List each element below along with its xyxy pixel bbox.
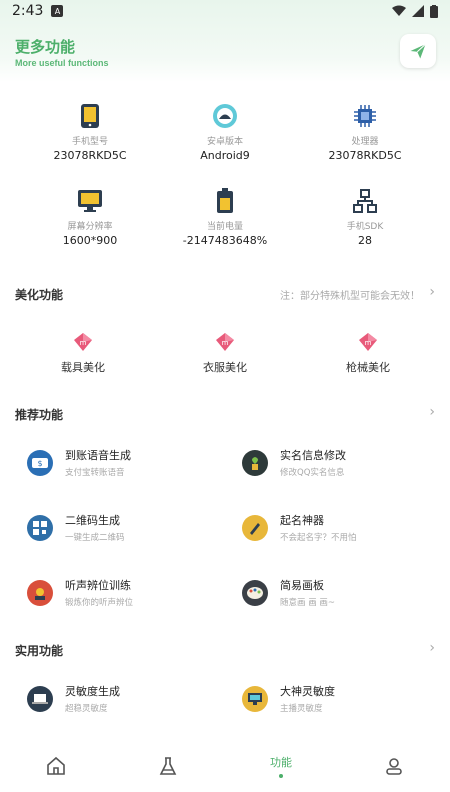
user-icon xyxy=(386,758,402,775)
svg-text:m: m xyxy=(365,339,372,347)
feature-desc: 支付宝转账语音 xyxy=(65,468,125,478)
feature-title: 简易画板 xyxy=(280,579,324,592)
feature-desc: 修改QQ实名信息 xyxy=(280,468,345,478)
laptop-icon xyxy=(27,685,53,712)
chevron-right-icon[interactable]: › xyxy=(429,404,435,420)
info-value: 28 xyxy=(358,234,372,247)
nav-lab[interactable] xyxy=(112,740,224,792)
info-label: 安卓版本 xyxy=(206,137,243,147)
bottom-nav: 功能 xyxy=(0,740,450,792)
feature-desc: 锻炼你的听声辨位 xyxy=(65,598,134,608)
plant-icon xyxy=(242,449,268,476)
info-value: -2147483648% xyxy=(182,234,268,247)
chevron-right-icon[interactable]: › xyxy=(429,640,435,656)
home-icon xyxy=(47,756,65,775)
palette-icon xyxy=(242,579,268,606)
feature-qrcode[interactable]: 二维码生成 一键生成二维码 xyxy=(27,512,125,543)
feature-sound-training[interactable]: 听声辨位训练 锻炼你的听声辨位 xyxy=(27,577,133,608)
nav-profile[interactable] xyxy=(338,740,450,792)
info-label: 手机型号 xyxy=(71,137,108,147)
feature-drawing-board[interactable]: 简易画板 随意画 画 画~ xyxy=(242,577,335,608)
beauty-label: 枪械美化 xyxy=(346,361,390,374)
feature-pro-sensitivity[interactable]: 大神灵敏度 主播灵敏度 xyxy=(242,683,335,714)
svg-text:m: m xyxy=(80,339,87,347)
svg-text:m: m xyxy=(222,339,229,347)
info-processor: 处理器 23078RKD5C xyxy=(290,103,440,162)
info-label: 处理器 xyxy=(351,137,379,147)
monitor-icon xyxy=(78,190,102,212)
feature-sensitivity-gen[interactable]: 灵敏度生成 超稳灵敏度 xyxy=(27,683,120,714)
page-subtitle: More useful functions xyxy=(15,58,109,68)
section-title-utility: 实用功能 xyxy=(15,644,64,658)
feature-title: 实名信息修改 xyxy=(280,449,346,462)
nav-functions-label: 功能 xyxy=(270,756,292,769)
phone-icon xyxy=(81,104,99,128)
network-icon xyxy=(353,189,377,213)
feature-payment-voice[interactable]: $ 到账语音生成 支付宝转账语音 xyxy=(27,447,131,478)
send-icon xyxy=(410,43,426,59)
feature-title: 听声辨位训练 xyxy=(65,579,131,592)
info-resolution: 屏幕分辨率 1600*900 xyxy=(15,188,165,247)
status-time: 2:43 xyxy=(12,3,44,19)
payment-voice-icon: $ xyxy=(27,449,53,476)
android-icon xyxy=(213,104,237,128)
feature-realname[interactable]: 实名信息修改 修改QQ实名信息 xyxy=(242,447,346,478)
beauty-item-vehicle[interactable]: m 载具美化 xyxy=(8,331,158,375)
beauty-item-weapon[interactable]: m 枪械美化 xyxy=(293,331,443,375)
feature-title: 大神灵敏度 xyxy=(280,685,335,698)
nav-home[interactable] xyxy=(0,740,112,792)
vehicle-skin-icon: m xyxy=(74,333,92,351)
battery-icon xyxy=(217,188,233,213)
feature-desc: 超稳灵敏度 xyxy=(65,704,108,714)
qrcode-icon xyxy=(27,514,53,541)
info-label: 手机SDK xyxy=(346,222,384,232)
beauty-label: 衣服美化 xyxy=(203,361,247,374)
beautify-note: 注：部分特殊机型可能会无效！ xyxy=(280,291,420,302)
feature-title: 到账语音生成 xyxy=(65,449,131,462)
info-label: 屏幕分辨率 xyxy=(67,222,113,232)
computer-icon xyxy=(242,685,268,712)
info-phone-model: 手机型号 23078RKD5C xyxy=(15,103,165,162)
section-title-beautify: 美化功能 xyxy=(15,288,64,302)
feature-title: 二维码生成 xyxy=(65,514,120,527)
page-title: 更多功能 xyxy=(15,38,76,56)
info-battery: 当前电量 -2147483648% xyxy=(150,188,300,247)
beauty-item-clothes[interactable]: m 衣服美化 xyxy=(150,331,300,375)
battery-status-icon xyxy=(430,4,438,18)
info-sdk: 手机SDK 28 xyxy=(290,188,440,247)
feature-naming[interactable]: 起名神器 不会起名字？不用怕 xyxy=(242,512,357,543)
info-label: 当前电量 xyxy=(206,222,243,232)
status-bar: 2:43 A xyxy=(0,0,450,22)
wifi-icon xyxy=(392,5,406,16)
active-indicator xyxy=(279,774,283,778)
info-value: 1600*900 xyxy=(62,234,118,247)
chip-icon xyxy=(354,105,376,127)
info-value: Android9 xyxy=(200,149,250,162)
svg-text:$: $ xyxy=(37,459,42,468)
feature-desc: 主播灵敏度 xyxy=(280,704,323,714)
feature-title: 灵敏度生成 xyxy=(65,685,120,698)
signal-icon xyxy=(412,5,424,17)
feature-title: 起名神器 xyxy=(280,514,324,527)
chevron-right-icon[interactable]: › xyxy=(429,284,435,300)
pen-icon xyxy=(242,514,268,541)
info-value: 23078RKD5C xyxy=(53,149,127,162)
flask-icon xyxy=(159,757,177,775)
feature-desc: 不会起名字？不用怕 xyxy=(280,533,357,543)
info-value: 23078RKD5C xyxy=(328,149,402,162)
section-title-recommend: 推荐功能 xyxy=(15,408,64,422)
info-android-version: 安卓版本 Android9 xyxy=(150,103,300,162)
weapon-skin-icon: m xyxy=(359,333,377,351)
send-button[interactable] xyxy=(400,34,436,68)
nav-functions[interactable]: 功能 xyxy=(225,740,337,792)
clothes-skin-icon: m xyxy=(216,333,234,351)
beauty-label: 载具美化 xyxy=(61,361,105,374)
feature-desc: 随意画 画 画~ xyxy=(280,598,336,608)
feature-desc: 一键生成二维码 xyxy=(65,533,125,543)
headset-icon xyxy=(27,579,53,606)
notification-icon: A xyxy=(51,5,64,17)
